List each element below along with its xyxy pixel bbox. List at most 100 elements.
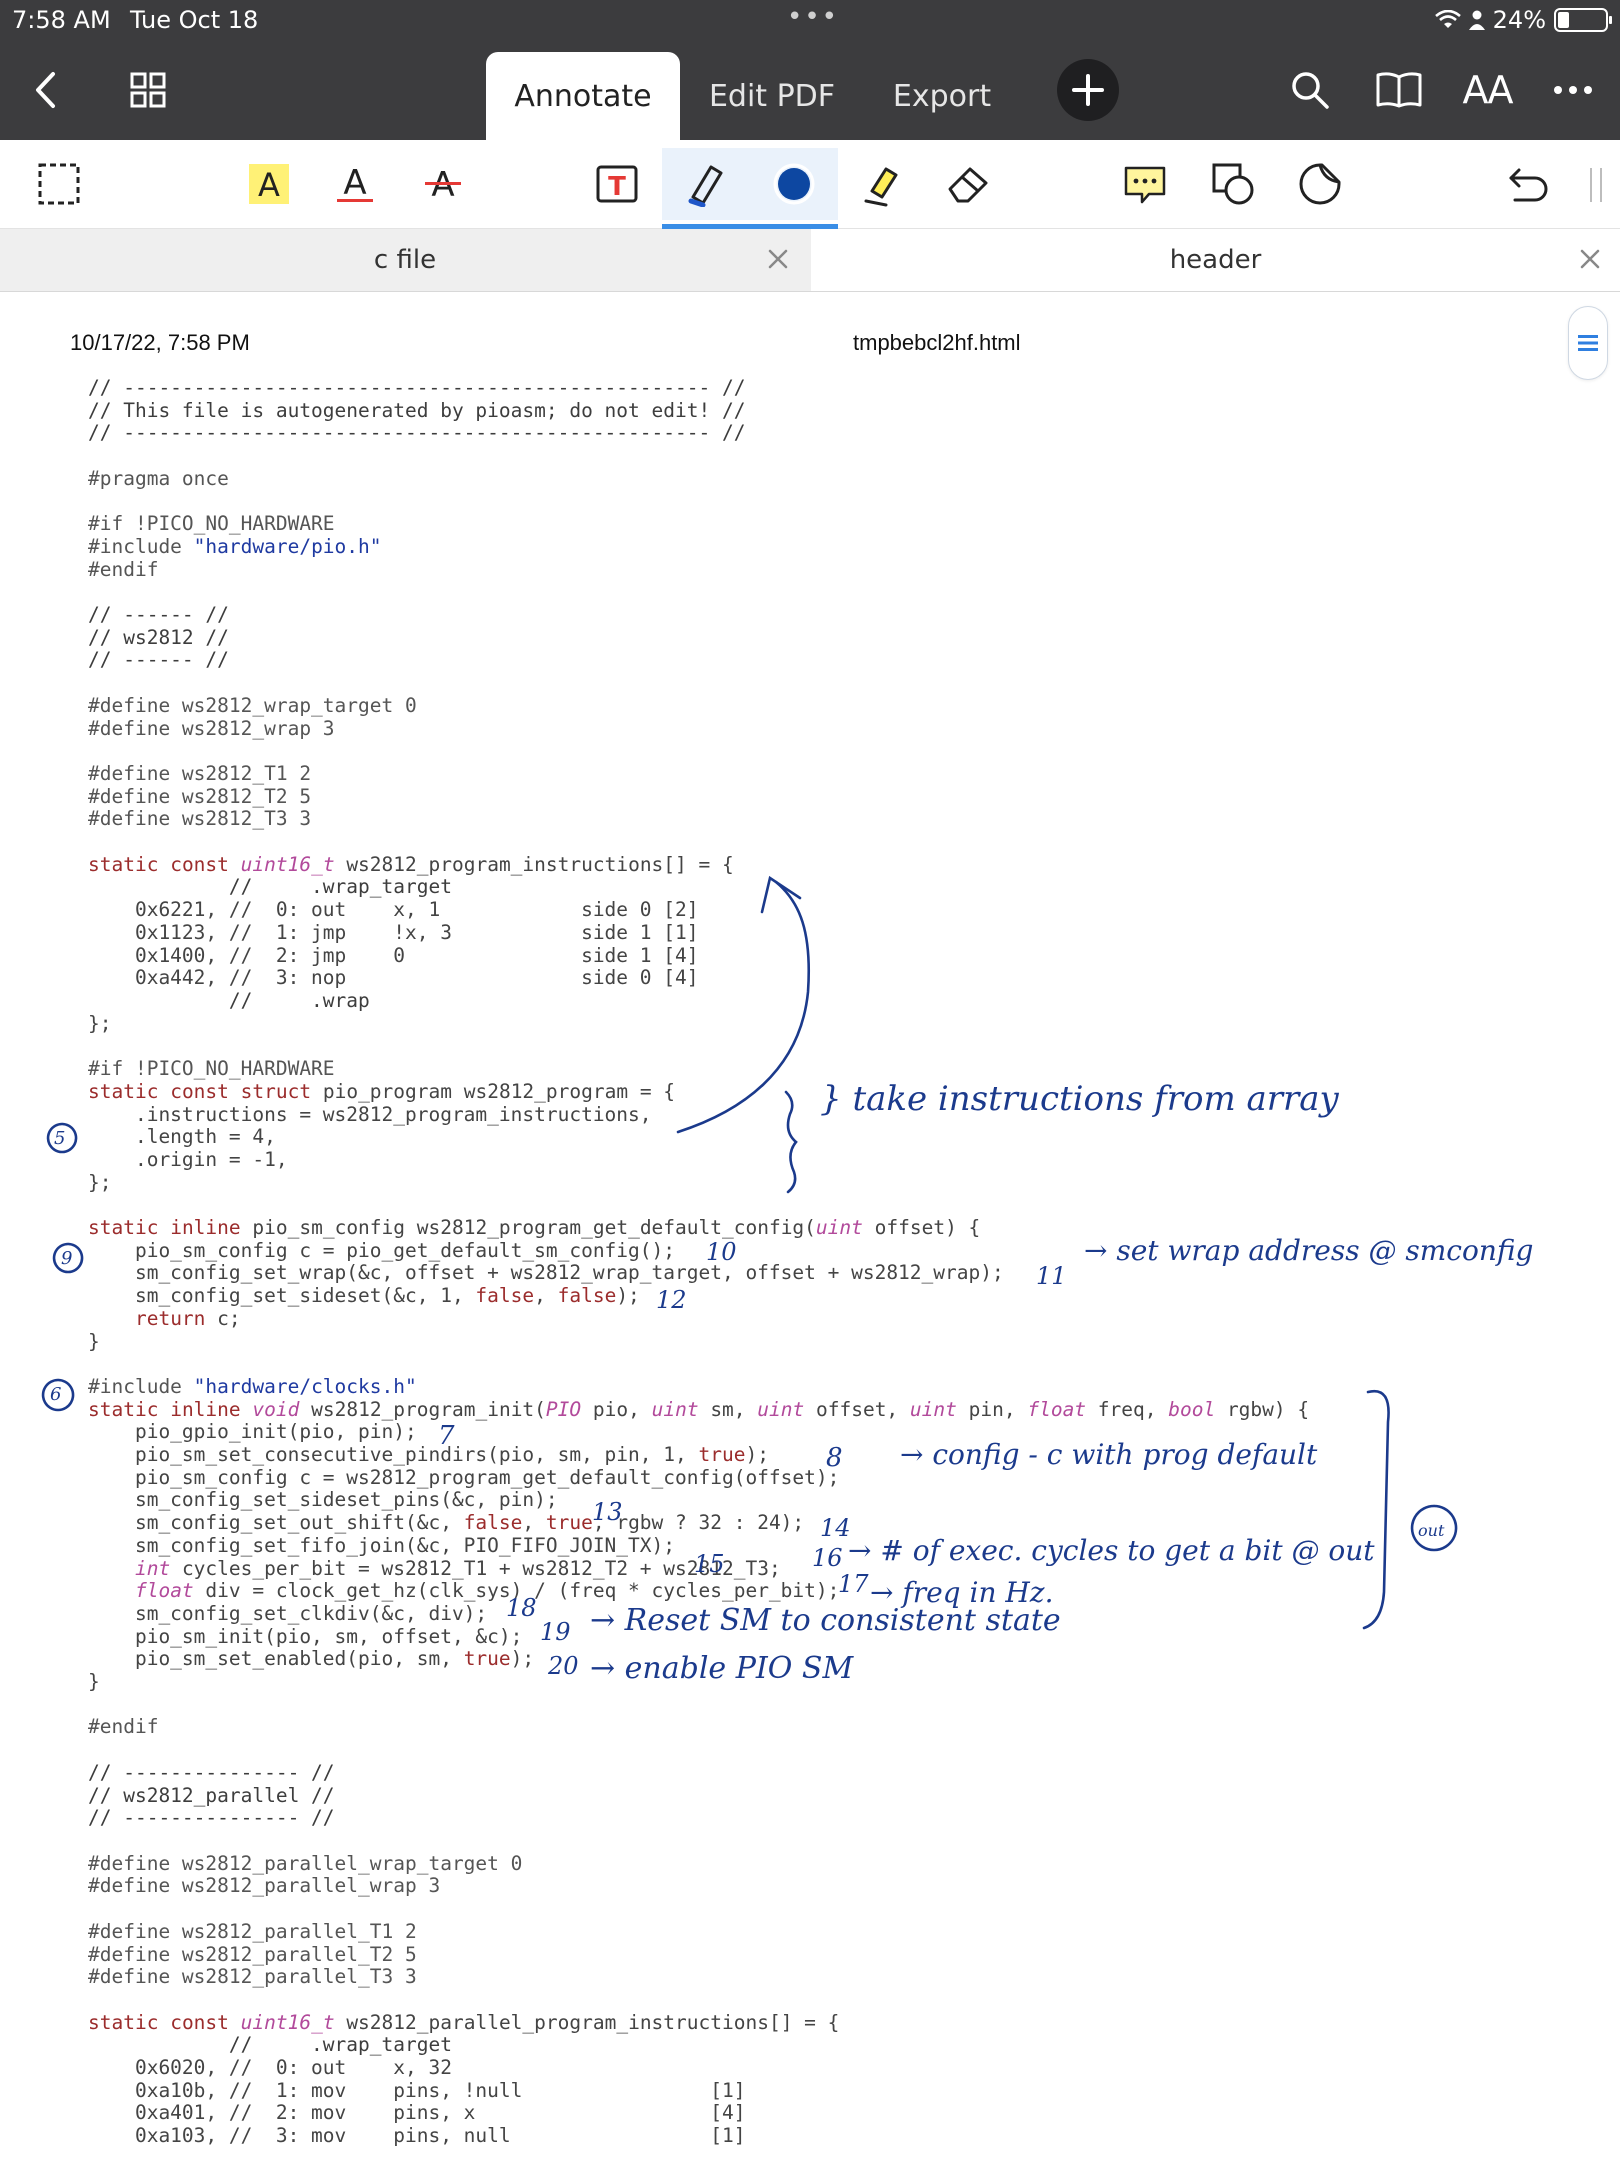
battery-percent: 24%	[1492, 6, 1546, 34]
status-right: 24%	[1434, 6, 1612, 34]
code-line: pio_sm_config c = ws2812_program_get_def…	[88, 1465, 840, 1489]
code-line: static const uint16_t ws2812_program_ins…	[88, 852, 734, 876]
code-line: };	[88, 1170, 112, 1194]
code-line: static inline pio_sm_config ws2812_progr…	[88, 1216, 981, 1240]
ink-circle-6	[41, 1378, 75, 1412]
comment-tool[interactable]	[1108, 148, 1182, 220]
ink-circle-5	[46, 1122, 78, 1154]
code-line: #endif	[88, 557, 159, 581]
code-line: return c;	[134, 1306, 241, 1330]
pen-tool[interactable]	[662, 148, 750, 220]
pen-icon	[688, 165, 723, 207]
search-button[interactable]	[1288, 40, 1332, 140]
code-line: #define ws2812_T2 5	[88, 784, 312, 808]
code-line: #define ws2812_parallel_T3 3	[88, 1965, 417, 1989]
ink-num-6: 6	[50, 1384, 61, 1405]
code-line: #define ws2812_parallel_T1 2	[88, 1919, 417, 1943]
reading-mode-button[interactable]	[1374, 40, 1424, 140]
code-line: #define ws2812_T1 2	[88, 761, 312, 785]
code-line: 0xa442, // 3: nop side 0 [4]	[88, 966, 699, 990]
undo-button[interactable]	[1492, 148, 1566, 220]
text-size-button[interactable]: AA	[1462, 40, 1513, 140]
code-line: // .wrap_target	[88, 2033, 452, 2057]
ink-num-5: 5	[54, 1128, 65, 1149]
back-button[interactable]	[20, 40, 70, 140]
highlighter-icon	[864, 167, 898, 207]
select-tool[interactable]	[22, 148, 96, 220]
eraser-tool[interactable]	[932, 148, 1006, 220]
highlighter-tool[interactable]	[846, 148, 920, 220]
code-line: static inline void ws2812_program_init(P…	[88, 1397, 1310, 1421]
code-line: // .wrap	[88, 988, 370, 1012]
text-box-tool[interactable]: T	[580, 148, 654, 220]
text-box-icon: T	[596, 165, 638, 203]
highlight-text-icon: A	[249, 164, 289, 204]
tab-annotate[interactable]: Annotate	[486, 52, 680, 140]
code-line: // ------ //	[88, 648, 229, 672]
code-line: pio_sm_set_consecutive_pindirs(pio, sm, …	[88, 1443, 769, 1467]
code-line: #include "hardware/clocks.h"	[88, 1374, 417, 1398]
plus-icon	[1057, 59, 1119, 121]
code-line: pio_sm_init(pio, sm, offset, &c);	[88, 1624, 523, 1648]
user-icon	[1468, 10, 1485, 30]
pdf-page[interactable]: 10/17/22, 7:58 PM tmpbebcl2hf.html // --…	[0, 292, 1620, 2160]
color-icon	[773, 163, 815, 205]
search-icon	[1292, 72, 1329, 109]
doc-tab-header[interactable]: header	[811, 229, 1620, 291]
grid-icon	[130, 72, 166, 108]
strikethrough-text-icon: A	[425, 165, 461, 205]
code-line: };	[88, 1011, 112, 1035]
close-c-file-button[interactable]	[760, 241, 796, 277]
more-button[interactable]	[1550, 40, 1596, 140]
document-tabs: c file header	[0, 229, 1620, 292]
code-line: sm_config_set_fifo_join(&c, PIO_FIFO_JOI…	[88, 1533, 675, 1557]
ink-circle-out	[1410, 1504, 1458, 1552]
code-line: #define ws2812_T3 3	[88, 807, 312, 831]
code-line: // .wrap_target	[88, 875, 452, 899]
status-bar: 7:58 AM Tue Oct 18 ••• 24%	[0, 0, 1620, 40]
eraser-icon	[948, 167, 988, 203]
shapes-icon	[1212, 163, 1254, 205]
outline-button[interactable]	[1568, 306, 1608, 380]
tab-edit-pdf[interactable]: Edit PDF	[690, 52, 854, 140]
code-line: #if !PICO_NO_HARDWARE	[88, 512, 335, 536]
top-navigation: Annotate Edit PDF Export AA	[0, 40, 1620, 140]
wifi-icon	[1434, 10, 1461, 28]
code-line: .length = 4,	[88, 1125, 276, 1149]
code-line: 0xa10b, // 1: mov pins, !null [1]	[88, 2078, 746, 2102]
text-size-icon: AA	[1462, 68, 1513, 112]
code-line: sm_config_set_clkdiv(&c, div);	[88, 1601, 488, 1625]
print-date: 10/17/22, 7:58 PM	[70, 330, 250, 355]
highlight-text-tool[interactable]: A	[232, 148, 306, 220]
code-line: // ws2812_parallel //	[88, 1783, 335, 1807]
doc-tab-c-file[interactable]: c file	[0, 229, 810, 291]
toolbar-divider	[1590, 168, 1602, 202]
code-line: }	[88, 1329, 100, 1353]
multitasking-dots-icon[interactable]: •••	[787, 2, 839, 32]
book-icon	[1376, 72, 1422, 108]
ink-num-9: 9	[61, 1248, 72, 1269]
code-line: #endif	[88, 1715, 159, 1739]
code-line: 0xa103, // 3: mov pins, null [1]	[88, 2124, 746, 2148]
code-line: #define ws2812_parallel_wrap_target 0	[88, 1851, 523, 1875]
tab-export[interactable]: Export	[872, 52, 1012, 140]
close-icon	[1580, 249, 1600, 269]
more-icon	[1554, 86, 1592, 94]
thumbnails-button[interactable]	[126, 40, 170, 140]
list-icon	[1578, 335, 1598, 351]
svg-text:T: T	[608, 172, 626, 202]
code-line: // --------------- //	[88, 1760, 335, 1784]
strikethrough-text-tool[interactable]: A	[406, 148, 480, 220]
code-line: .origin = -1,	[88, 1147, 288, 1171]
code-line: sm_config_set_out_shift(&c, false, true,…	[88, 1511, 805, 1535]
code-line: pio_sm_config c = pio_get_default_sm_con…	[88, 1238, 675, 1262]
code-line: #if !PICO_NO_HARDWARE	[88, 1057, 335, 1081]
sticker-tool[interactable]	[1283, 148, 1357, 220]
status-date: Tue Oct 18	[130, 6, 259, 34]
color-picker[interactable]	[750, 148, 838, 220]
add-button[interactable]	[1056, 40, 1120, 140]
underline-text-tool[interactable]: A	[318, 148, 392, 220]
close-header-button[interactable]	[1572, 241, 1608, 277]
shapes-tool[interactable]	[1196, 148, 1270, 220]
underline-text-icon: A	[337, 163, 373, 203]
